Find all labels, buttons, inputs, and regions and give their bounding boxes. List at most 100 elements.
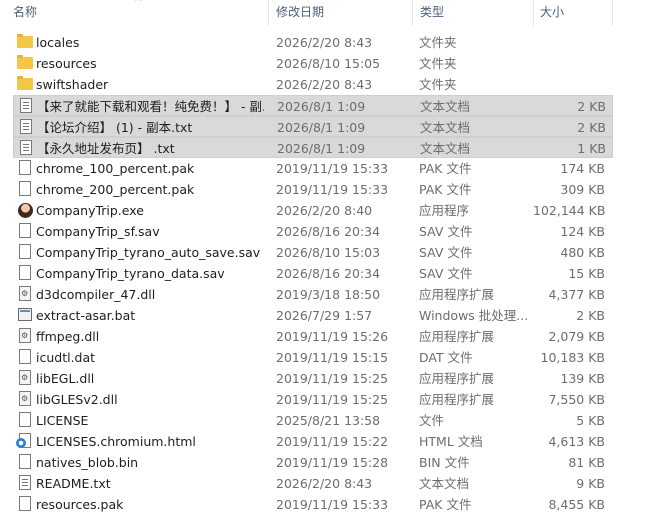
column-header-name[interactable]: 名称 [13, 0, 37, 26]
file-size: 2 KB [577, 120, 606, 135]
file-size: 4,613 KB [548, 434, 605, 449]
file-date: 2019/11/19 15:15 [276, 350, 389, 365]
file-type: 文本文档 [420, 120, 471, 135]
file-type: BIN 文件 [419, 455, 470, 470]
file-type: HTML 文档 [419, 434, 483, 449]
file-name: CompanyTrip.exe [36, 203, 144, 218]
column-divider[interactable] [268, 0, 269, 26]
folder-icon [17, 34, 33, 48]
column-divider[interactable] [533, 0, 534, 26]
file-name: resources.pak [36, 497, 124, 512]
file-row[interactable]: chrome_100_percent.pak 2019/11/19 15:33 PA… [13, 158, 613, 179]
file-row[interactable]: ffmpeg.dll 2019/11/19 15:26 应用程序扩展 2,079 KB [13, 326, 613, 347]
file-row[interactable]: swiftshader 2026/2/20 8:43 文件夹 [13, 74, 613, 95]
file-size: 2 KB [576, 308, 605, 323]
file-icon [19, 496, 31, 511]
text-file-icon [19, 475, 31, 490]
file-name: CompanyTrip_sf.sav [36, 224, 160, 239]
column-header-type[interactable]: 类型 [420, 0, 444, 26]
file-row[interactable]: 【永久地址发布页】 .txt 2026/8/1 1:09 文本文档 1 KB [13, 137, 613, 158]
file-date: 2026/8/10 15:03 [276, 245, 381, 260]
file-name: README.txt [36, 476, 111, 491]
file-date: 2019/11/19 15:25 [276, 392, 389, 407]
column-header-date[interactable]: 修改日期 [276, 0, 324, 26]
file-size: 10,183 KB [540, 350, 605, 365]
file-date: 2026/2/20 8:40 [276, 203, 373, 218]
file-type: 文件夹 [419, 56, 457, 71]
file-date: 2026/2/20 8:43 [276, 35, 373, 50]
file-row[interactable]: d3dcompiler_47.dll 2019/3/18 18:50 应用程序扩展 4… [13, 284, 613, 305]
dll-icon [19, 328, 31, 343]
file-type: 文本文档 [420, 141, 471, 156]
file-row[interactable]: LICENSE 2025/8/21 13:58 文件 5 KB [13, 410, 613, 431]
file-size: 81 KB [568, 455, 605, 470]
file-name: swiftshader [36, 77, 109, 92]
file-name: LICENSE [36, 413, 89, 428]
file-size: 15 KB [568, 266, 605, 281]
file-row[interactable]: icudtl.dat 2019/11/19 15:15 DAT 文件 10,183 K… [13, 347, 613, 368]
file-row[interactable]: resources 2026/8/10 15:05 文件夹 [13, 53, 613, 74]
file-name: CompanyTrip_tyrano_auto_save.sav [36, 245, 261, 260]
file-size: 5 KB [576, 413, 605, 428]
file-date: 2026/8/16 20:34 [276, 224, 381, 239]
file-row[interactable]: 【来了就能下载和观看！纯免费！】 - 副... 2026/8/1 1:09 文本文档… [13, 95, 613, 116]
file-name: LICENSES.chromium.html [36, 434, 196, 449]
file-icon [19, 349, 31, 364]
dll-icon [19, 286, 31, 301]
file-type: PAK 文件 [419, 497, 472, 512]
file-size: 2 KB [577, 99, 606, 114]
file-size: 102,144 KB [533, 203, 606, 218]
file-row[interactable]: CompanyTrip_tyrano_data.sav 2026/8/16 20:… [13, 263, 613, 284]
file-date: 2019/11/19 15:33 [276, 182, 389, 197]
file-type: 文件夹 [419, 77, 457, 92]
column-header-size[interactable]: 大小 [540, 0, 564, 26]
exe-icon [18, 203, 33, 218]
file-date: 2025/8/21 13:58 [276, 413, 381, 428]
file-date: 2026/8/1 1:09 [277, 99, 366, 114]
file-row[interactable]: extract-asar.bat 2026/7/29 1:57 Windows 批处… [13, 305, 613, 326]
file-row[interactable]: resources.pak 2019/11/19 15:33 PAK 文件 8,455… [13, 494, 613, 515]
file-row[interactable]: chrome_200_percent.pak 2019/11/19 15:33 PA… [13, 179, 613, 200]
file-icon [19, 223, 31, 238]
file-date: 2019/11/19 15:22 [276, 434, 389, 449]
file-name: ffmpeg.dll [36, 329, 100, 344]
column-divider[interactable] [412, 0, 413, 26]
file-date: 2019/11/19 15:28 [276, 455, 389, 470]
file-type: 应用程序扩展 [419, 371, 495, 386]
file-date: 2019/11/19 15:26 [276, 329, 389, 344]
file-date: 2026/8/1 1:09 [277, 141, 366, 156]
file-date: 2026/8/1 1:09 [277, 120, 366, 135]
file-type: Windows 批处理... [419, 308, 529, 323]
file-row[interactable]: libGLESv2.dll 2019/11/19 15:25 应用程序扩展 7,550… [13, 389, 613, 410]
file-row[interactable]: libEGL.dll 2019/11/19 15:25 应用程序扩展 139 KB [13, 368, 613, 389]
file-date: 2019/11/19 15:33 [276, 497, 389, 512]
file-name: chrome_100_percent.pak [36, 161, 195, 176]
file-type: 应用程序扩展 [419, 329, 495, 344]
file-row[interactable]: 【论坛介绍】 (1) - 副本.txt 2026/8/1 1:09 文本文档 2 KB [13, 116, 613, 137]
file-row[interactable]: CompanyTrip_sf.sav 2026/8/16 20:34 SAV 文件 1… [13, 221, 613, 242]
file-date: 2019/11/19 15:33 [276, 161, 389, 176]
file-name: libEGL.dll [36, 371, 95, 386]
file-size: 2,079 KB [548, 329, 605, 344]
file-type: PAK 文件 [419, 161, 472, 176]
file-row[interactable]: natives_blob.bin 2019/11/19 15:28 BIN 文件 81… [13, 452, 613, 473]
file-row[interactable]: CompanyTrip.exe 2026/2/20 8:40 应用程序 102,144… [13, 200, 613, 221]
column-divider[interactable] [612, 0, 613, 26]
file-icon [19, 454, 31, 469]
file-name: d3dcompiler_47.dll [36, 287, 156, 302]
folder-icon [17, 55, 33, 69]
file-name: extract-asar.bat [36, 308, 136, 323]
text-file-icon [20, 140, 32, 155]
file-row[interactable]: README.txt 2026/2/20 8:43 文本文档 9 KB [13, 473, 613, 494]
folder-icon [17, 76, 33, 90]
text-file-icon [20, 119, 32, 134]
file-row[interactable]: LICENSES.chromium.html 2019/11/19 15:22 HT… [13, 431, 613, 452]
file-date: 2026/7/29 1:57 [276, 308, 373, 323]
file-icon [19, 181, 31, 196]
file-type: DAT 文件 [419, 350, 473, 365]
text-file-icon [20, 98, 32, 113]
file-icon [19, 244, 31, 259]
file-row[interactable]: locales 2026/2/20 8:43 文件夹 [13, 32, 613, 53]
file-size: 1 KB [577, 141, 606, 156]
file-row[interactable]: CompanyTrip_tyrano_auto_save.sav 2026/8/1… [13, 242, 613, 263]
